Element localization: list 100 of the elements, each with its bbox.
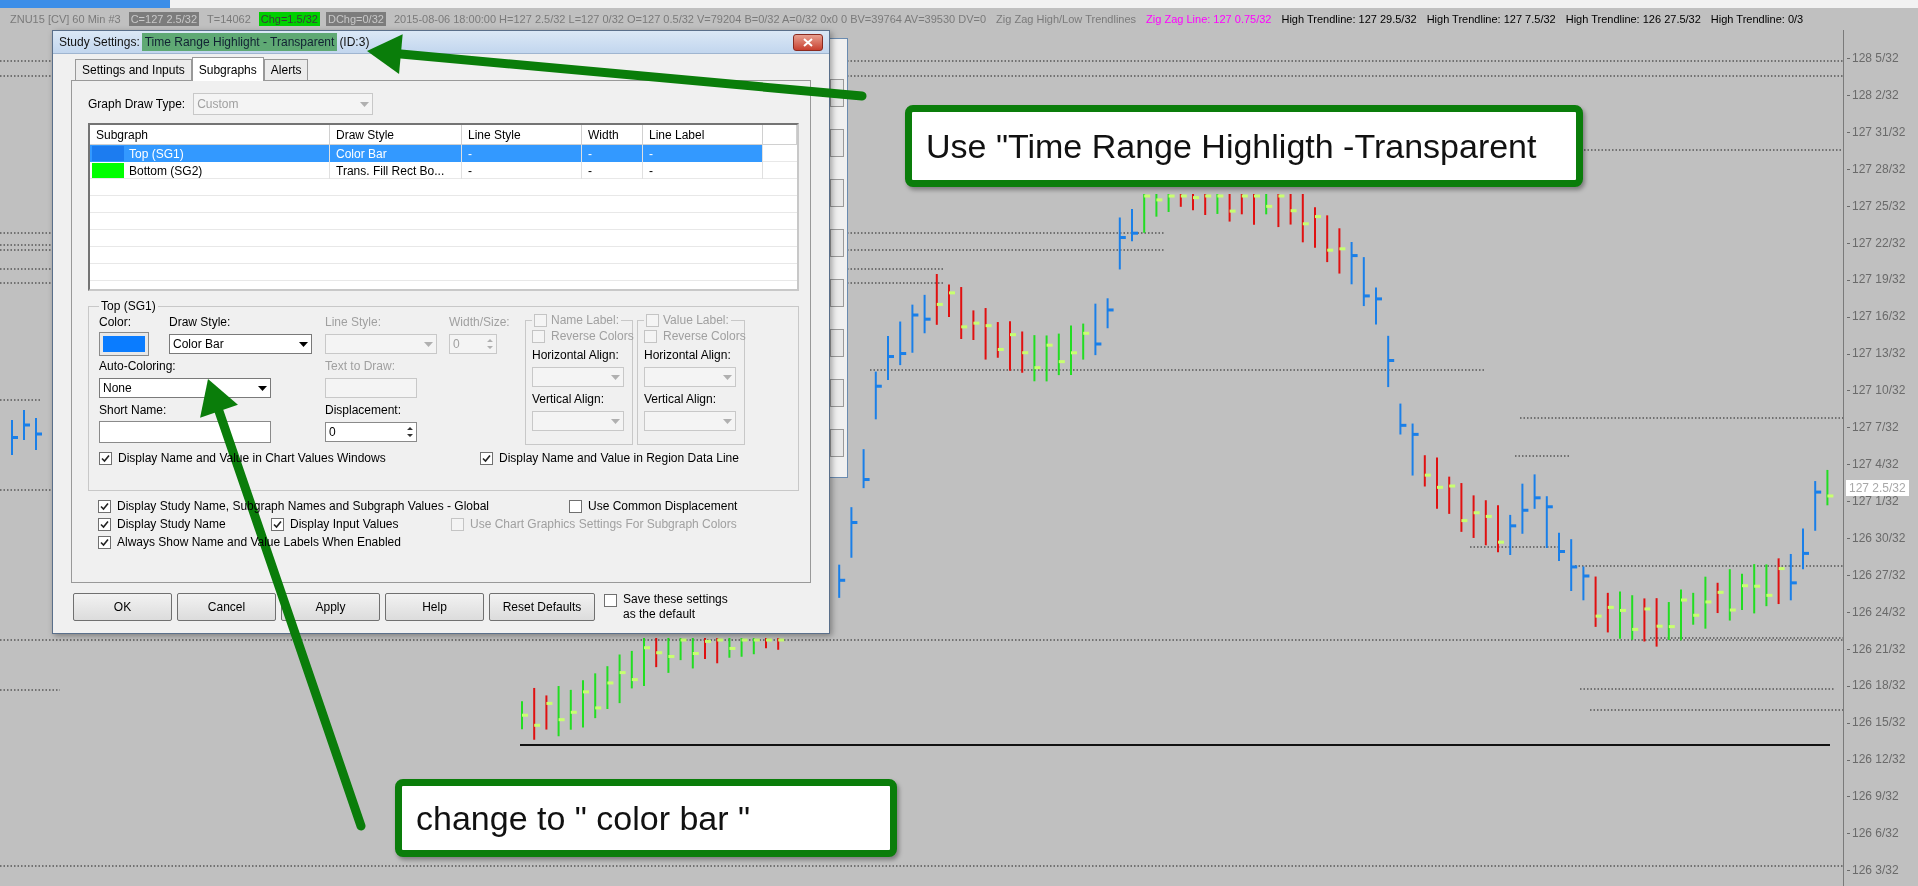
check-icon — [273, 519, 282, 529]
checkbox[interactable] — [98, 499, 111, 513]
price-bar — [1253, 193, 1260, 226]
field-label: Vertical Align: — [532, 392, 606, 406]
annotation-callout: Use "Time Range Highligth -Transparent — [905, 105, 1584, 187]
price-bar — [850, 506, 858, 559]
price-label: 126 12/32 — [1844, 751, 1918, 768]
price-bar — [704, 637, 711, 661]
study-id: (ID:3) — [339, 35, 370, 49]
align-dropdown[interactable] — [644, 367, 736, 387]
line-style-dropdown[interactable] — [325, 334, 437, 354]
price-bar — [1131, 208, 1138, 243]
align-dropdown[interactable] — [532, 367, 624, 387]
short-name-field[interactable] — [99, 421, 271, 443]
price-bar — [1375, 286, 1382, 326]
table-row[interactable]: Bottom (SG2) Trans. Fill Rect Bo... - - - — [90, 162, 797, 179]
price-bar — [752, 637, 760, 656]
price-bar — [594, 672, 602, 720]
price-label: 127 16/32 — [1844, 308, 1918, 325]
annotation-callout: change to " color bar " — [395, 779, 898, 857]
price-bar — [557, 685, 565, 738]
window-tab[interactable] — [0, 0, 170, 8]
price-label: 128 5/32 — [1844, 50, 1918, 66]
field-label: Graph Draw Type: — [88, 97, 186, 111]
caret-icon — [723, 374, 732, 380]
chart-info-text: High Trendline: 127 29.5/32 — [1280, 12, 1418, 26]
dialog-button[interactable]: OK — [73, 593, 172, 621]
price-bar — [899, 320, 907, 367]
price-bar — [1216, 193, 1224, 215]
price-bar — [1265, 193, 1273, 216]
chart-info-text: C=127 2.5/32 — [128, 12, 200, 26]
price-bar — [1094, 302, 1102, 357]
price-label: 128 2/32 — [1844, 86, 1918, 103]
price-bar — [1631, 594, 1639, 641]
tab[interactable]: Settings and Inputs — [75, 59, 192, 80]
checkbox[interactable] — [604, 594, 617, 607]
price-bar — [545, 694, 553, 731]
cell-text: Top (SG1) — [129, 146, 184, 161]
checkbox[interactable] — [98, 535, 111, 549]
price-bar — [1362, 256, 1370, 308]
checkbox-label: Display Name and Value in Region Data Line — [499, 451, 739, 465]
price-bar — [1155, 193, 1163, 218]
chart-info-text: High Trendline: 0/3 — [1709, 12, 1805, 26]
check-icon — [101, 453, 110, 463]
price-bar — [1192, 193, 1199, 212]
checkbox[interactable] — [480, 451, 493, 465]
price-bar — [765, 637, 772, 650]
price-label: 127 25/32 — [1844, 197, 1918, 214]
price-label: 126 15/32 — [1844, 714, 1918, 731]
price-bar — [1667, 601, 1675, 641]
cell-text: - — [468, 146, 472, 161]
price-bar — [1448, 475, 1456, 515]
caret-icon — [611, 418, 620, 424]
price-bar — [1106, 297, 1114, 330]
price-bar — [1314, 206, 1321, 249]
align-dropdown[interactable] — [532, 411, 624, 431]
price-bar — [1143, 193, 1151, 234]
close-button[interactable] — [793, 33, 823, 51]
chart-info-text: ZNU15 [CV] 60 Min #3 — [9, 12, 122, 26]
chart-info-text: DChg=0/32 — [325, 12, 386, 26]
field-label: Vertical Align: — [644, 392, 718, 406]
dialog-button[interactable]: Reset Defaults — [489, 593, 595, 621]
check-icon — [482, 453, 491, 463]
price-bar — [1228, 193, 1236, 223]
price-bar — [1204, 193, 1212, 216]
field-label: Displacement: — [325, 403, 402, 417]
checkbox[interactable] — [569, 499, 582, 513]
draw-style-dropdown[interactable]: Color Bar — [169, 334, 312, 354]
price-bar — [1655, 597, 1663, 648]
price-bar — [1021, 330, 1029, 374]
price-bar — [923, 293, 931, 335]
field-label: Auto-Coloring: — [99, 359, 176, 373]
price-bar — [1070, 324, 1077, 376]
price-bar — [1606, 591, 1614, 634]
tab[interactable]: Subgraphs — [191, 57, 264, 81]
price-label: 126 27/32 — [1844, 566, 1918, 583]
price-bar — [533, 686, 541, 741]
field-label: Horizontal Align: — [532, 348, 620, 362]
dialog-button[interactable]: Cancel — [177, 593, 276, 621]
displacement-spinner[interactable]: 0 — [325, 422, 417, 442]
price-bar — [1387, 334, 1395, 389]
price-bar — [667, 637, 675, 674]
checkbox[interactable] — [99, 451, 112, 465]
price-bar — [911, 303, 919, 354]
field-label: Short Name: — [99, 403, 167, 417]
price-bar — [777, 637, 785, 651]
text-field[interactable] — [325, 378, 417, 398]
checkbox[interactable] — [98, 517, 111, 531]
checkbox[interactable] — [271, 517, 284, 531]
cell-text: - — [649, 146, 653, 161]
cell-text: Bottom (SG2) — [129, 163, 203, 178]
price-bar — [1509, 513, 1517, 557]
align-dropdown[interactable] — [644, 411, 736, 431]
tab[interactable]: Alerts — [263, 59, 309, 80]
price-bar — [11, 419, 18, 456]
price-bar — [630, 649, 638, 690]
dialog-button[interactable]: Help — [385, 593, 484, 621]
auto-coloring-dropdown[interactable]: None — [99, 378, 271, 398]
price-bar — [1082, 322, 1090, 361]
dialog-button[interactable]: Apply — [281, 593, 380, 621]
